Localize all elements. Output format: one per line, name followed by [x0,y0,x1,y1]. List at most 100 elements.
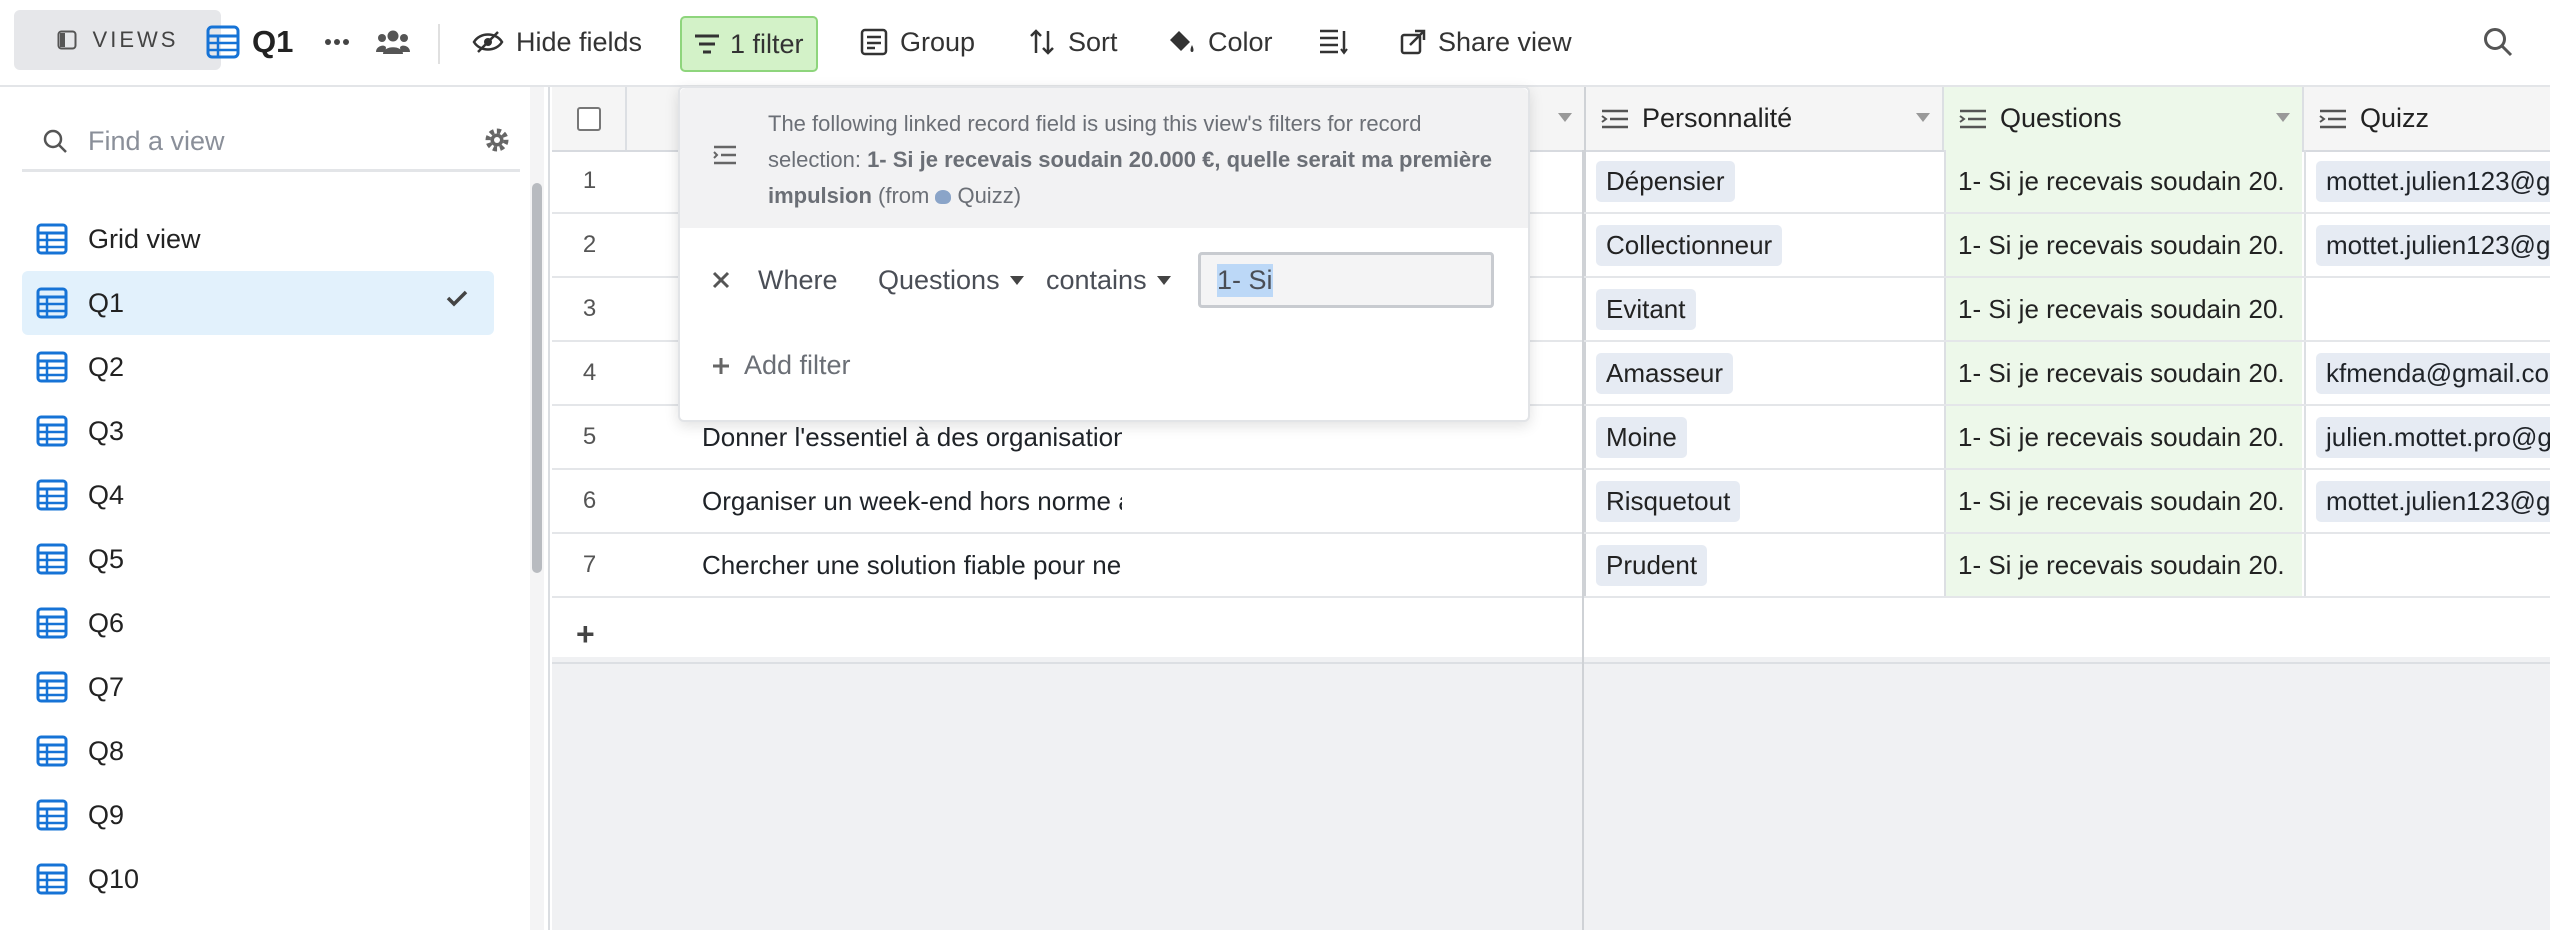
group-button[interactable]: Group [860,16,975,68]
frozen-column-divider[interactable] [1582,150,1584,930]
select-all-checkbox[interactable] [576,106,601,131]
quizz-cell[interactable]: mottet.julien123@g [2304,150,2550,212]
personnalite-chip: Moine [1596,416,1687,458]
column-label: Questions [2000,103,2122,133]
primary-cell[interactable]: Chercher une solution fiable pour ne pas… [700,534,1122,596]
view-name: Q1 [252,24,294,59]
row-height-button[interactable] [1318,16,1348,68]
add-row[interactable]: + [552,598,2550,664]
filter-value-input[interactable]: 1- Si [1198,252,1494,308]
quizz-cell[interactable]: mottet.julien123@g [2304,470,2550,532]
sidebar-view-item[interactable]: Grid view [22,207,494,271]
personnalite-cell[interactable]: Prudent [1584,534,1942,596]
sort-button[interactable]: Sort [1028,16,1118,68]
sidebar-view-item[interactable]: Q5 [22,527,494,591]
quizz-cell[interactable]: julien.mottet.pro@g [2304,406,2550,468]
filter-button[interactable]: 1 filter [680,16,818,72]
find-view-input[interactable] [86,124,470,158]
personnalite-cell[interactable]: Moine [1584,406,1942,468]
external-link-icon [1400,29,1426,55]
filter-operator-select[interactable]: contains [1046,246,1171,314]
quizz-cell[interactable]: mottet.julien123@g [2304,214,2550,276]
filter-operator-label: contains [1046,264,1147,295]
sidebar-scrollbar[interactable] [532,183,542,573]
views-label: VIEWS [92,27,179,52]
personnalite-chip: Evitant [1596,288,1696,330]
quizz-cell[interactable] [2304,534,2550,596]
linked-record-notice-text: The following linked record field is usi… [768,111,1492,208]
sidebar-view-item[interactable]: Q2 [22,335,494,399]
hide-fields-label: Hide fields [516,26,643,57]
primary-cell[interactable]: Organiser un week-end hors norme avec mo… [700,470,1122,532]
column-header-quizz[interactable]: Quizz [2304,87,2550,150]
personnalite-chip: Prudent [1596,544,1708,586]
questions-cell[interactable]: 1- Si je recevais soudain 20. [1944,150,2302,212]
personnalite-cell[interactable]: Dépensier [1584,150,1942,212]
table-row[interactable]: 7 Chercher une solution fiable pour ne pa… [552,534,2550,598]
sidebar-view-item[interactable]: Q7 [22,655,494,719]
collaborators-button[interactable] [376,16,410,68]
questions-cell[interactable]: 1- Si je recevais soudain 20. [1944,278,2302,340]
add-filter-label: Add filter [744,350,851,380]
questions-cell[interactable]: 1- Si je recevais soudain 20. [1944,470,2302,532]
sidebar-view-item[interactable]: Q9 [22,783,494,847]
views-sidebar: Grid view Q1 Q2 Q3 Q4 Q5 Q6 Q7 Q8 Q9 Q10 [0,87,550,930]
remove-filter-button[interactable] [712,246,730,314]
sidebar-view-item[interactable]: Q4 [22,463,494,527]
search-icon [2484,28,2513,57]
questions-cell[interactable]: 1- Si je recevais soudain 20. [1944,406,2302,468]
sidebar-view-item[interactable]: Q10 [22,847,494,911]
chevron-down-icon [1558,113,1572,122]
chevron-down-icon [1156,275,1171,285]
sidebar-view-item[interactable]: Q1 [22,271,494,335]
gear-icon[interactable] [482,125,512,155]
view-item-label: Q6 [88,607,125,638]
sidebar-view-item[interactable]: Q6 [22,591,494,655]
group-label: Group [900,26,976,57]
question-value: 1- Si je recevais soudain 20. [1958,357,2285,388]
view-menu-button[interactable] [324,16,350,68]
lookup-field-icon [1959,109,1986,128]
grid-view-icon [36,351,68,383]
questions-cell[interactable]: 1- Si je recevais soudain 20. [1944,342,2302,404]
add-filter-button[interactable]: Add filter [712,350,851,381]
chevron-down-icon [2276,113,2290,122]
views-toggle-button[interactable]: VIEWS [14,10,221,70]
quizz-record-chip: kfmenda@gmail.co [2316,352,2550,394]
lookup-field-icon [713,145,736,165]
column-label: Quizz [2360,103,2430,133]
add-row-button[interactable]: + [576,616,595,653]
questions-cell[interactable]: 1- Si je recevais soudain 20. [1944,214,2302,276]
questions-cell[interactable]: 1- Si je recevais soudain 20. [1944,534,2302,596]
question-value: 1- Si je recevais soudain 20. [1958,165,2285,196]
row-number: 2 [582,231,597,258]
current-view[interactable]: Q1 [206,16,293,68]
view-item-label: Q4 [88,479,125,510]
table-row[interactable]: 6 Organiser un week-end hors norme avec m… [552,470,2550,534]
view-item-label: Q10 [88,863,140,894]
sidebar-view-item[interactable]: Q3 [22,399,494,463]
sidebar-view-item[interactable]: Q8 [22,719,494,783]
grid-view-icon [36,863,68,895]
quizz-record-chip: julien.mottet.pro@g [2316,416,2550,458]
share-view-button[interactable]: Share view [1400,16,1572,68]
filter-field-select[interactable]: Questions [878,246,1024,314]
column-header-personnalite[interactable]: Personnalité [1584,87,1944,150]
checkmark-icon [446,290,468,307]
primary-column-menu[interactable] [1532,87,1584,150]
view-item-label: Q2 [88,351,125,382]
personnalite-cell[interactable]: Amasseur [1584,342,1942,404]
row-number: 5 [582,423,597,450]
personnalite-cell[interactable]: Risquetout [1584,470,1942,532]
color-button[interactable]: Color [1166,16,1273,68]
personnalite-cell[interactable]: Collectionneur [1584,214,1942,276]
hide-fields-button[interactable]: Hide fields [472,16,642,68]
more-icon [325,39,349,45]
sort-label: Sort [1068,26,1118,57]
quizz-cell[interactable]: kfmenda@gmail.co [2304,342,2550,404]
column-header-questions[interactable]: Questions [1944,87,2304,150]
search-button[interactable] [2482,16,2514,68]
personnalite-cell[interactable]: Evitant [1584,278,1942,340]
quizz-record-chip: mottet.julien123@g [2316,160,2550,202]
quizz-cell[interactable] [2304,278,2550,340]
